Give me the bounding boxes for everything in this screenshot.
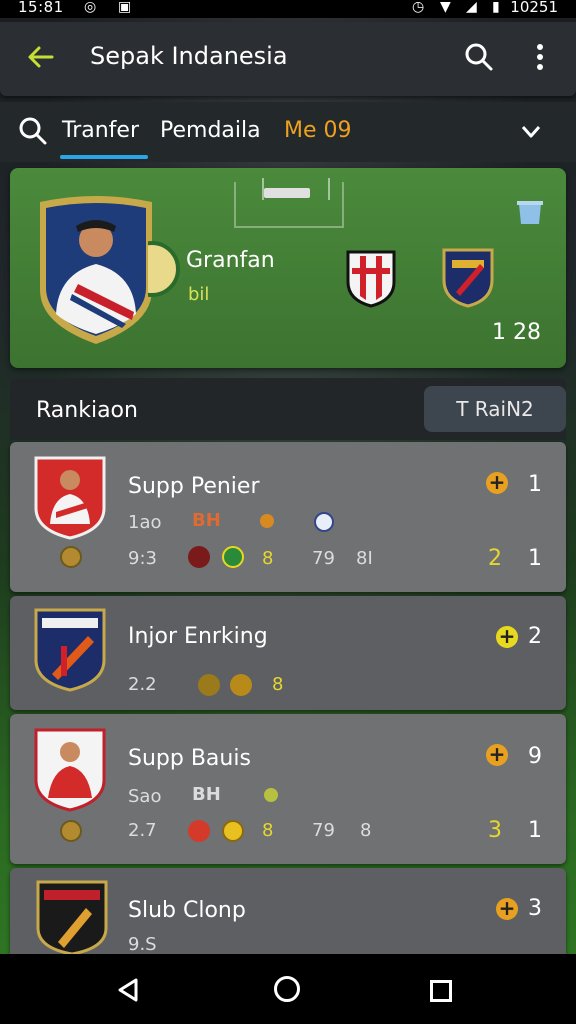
- medal-icon: [60, 820, 82, 842]
- ranking-title: Rankiaon: [36, 398, 138, 423]
- row-club-name: Supp Bauis: [128, 746, 251, 771]
- app-bar: Sepak Indanesia: [0, 22, 576, 96]
- goal-crossbar: [264, 188, 310, 198]
- goal-post-right: [328, 178, 330, 200]
- row-rank-secondary: 1: [528, 818, 542, 843]
- row-stat-label: 1ao: [128, 512, 162, 533]
- add-icon[interactable]: +: [486, 472, 508, 494]
- ranking-filter-button[interactable]: T RaiN2: [424, 386, 566, 432]
- row-points: 8: [262, 820, 274, 841]
- back-arrow-icon[interactable]: [26, 42, 56, 72]
- tab-pemdaila[interactable]: Pemdaila: [160, 118, 261, 143]
- row-club-name: Slub Clonp: [128, 898, 246, 923]
- alarm-icon: ◎: [84, 0, 97, 15]
- more-options-icon[interactable]: [530, 42, 550, 72]
- club-crest-icon: [34, 608, 106, 692]
- row-extra-stat-2: 8: [360, 820, 372, 841]
- sun-badge-icon: [198, 674, 220, 696]
- search-icon[interactable]: [18, 116, 48, 146]
- search-icon[interactable]: [464, 42, 494, 72]
- add-icon[interactable]: +: [486, 744, 508, 766]
- row-extra-stat: 79: [312, 548, 335, 569]
- app-title: Sepak Indanesia: [90, 42, 288, 70]
- add-icon[interactable]: +: [496, 898, 518, 920]
- player-name: Granfan: [186, 248, 275, 273]
- ranking-row[interactable]: Injor Enrking 2.2 8 + 2: [10, 596, 566, 710]
- row-extra-stat-2: 8I: [356, 548, 373, 569]
- row-stat-value: 9:3: [128, 548, 157, 569]
- battery-level: 10251: [510, 0, 558, 16]
- row-rank: 1: [528, 472, 542, 497]
- featured-player-card[interactable]: Granfan bil 1 28: [10, 168, 566, 368]
- ranking-row[interactable]: Supp Bauis Sao BH 2.7 8 79 8 + 9 3 1: [10, 714, 566, 864]
- status-dot-icon: [264, 788, 278, 802]
- notification-icon: ▣: [118, 0, 132, 15]
- row-rank-secondary: 1: [528, 546, 542, 571]
- club-mini-crest-icon: [222, 546, 244, 568]
- alarm-clock-icon: ◷: [412, 0, 425, 15]
- row-stat-tag: BH: [192, 510, 221, 531]
- club-crest-icon: [34, 728, 106, 812]
- ranking-header: Rankiaon T RaiN2: [10, 378, 566, 440]
- row-points: 8: [262, 548, 274, 569]
- row-rank: 3: [528, 896, 542, 921]
- chevron-down-icon[interactable]: [518, 118, 544, 144]
- row-side-value: 3: [488, 818, 502, 843]
- row-stat-value: 2.2: [128, 674, 157, 695]
- player-code: bil: [188, 284, 210, 305]
- row-extra-stat: 79: [312, 820, 335, 841]
- system-nav-bar: [0, 954, 576, 1024]
- status-time: 15:81: [18, 0, 64, 16]
- row-side-value: 2: [488, 546, 502, 571]
- medal-icon: [60, 546, 82, 568]
- row-points: 8: [272, 674, 284, 695]
- row-club-name: Supp Penier: [128, 474, 260, 499]
- status-dot-icon: [260, 514, 274, 528]
- row-rank: 9: [528, 744, 542, 769]
- signal-icon: ◢: [466, 0, 477, 15]
- club-crest-icon: [36, 880, 108, 956]
- club-mini-crest-icon: [188, 820, 210, 842]
- club-mini-crest-icon: [188, 546, 210, 568]
- status-bar: 15:81 ◎ ▣ ◷ ▼ ◢ ▮ 10251: [0, 0, 576, 18]
- row-rank: 2: [528, 624, 542, 649]
- tab-me[interactable]: Me 09: [284, 118, 352, 143]
- wifi-icon: ▼: [440, 0, 451, 15]
- add-icon[interactable]: +: [496, 626, 518, 648]
- player-portrait-shield: [40, 196, 152, 344]
- club-mini-crest-icon: [222, 820, 244, 842]
- club-crest-red-icon[interactable]: [346, 248, 396, 308]
- row-stat-label: 9.S: [128, 934, 157, 955]
- globe-icon: [314, 512, 334, 532]
- row-club-name: Injor Enrking: [128, 624, 268, 649]
- battery-icon: ▮: [492, 0, 500, 15]
- row-stat-tag: BH: [192, 784, 221, 805]
- nav-back-icon[interactable]: [116, 978, 140, 1002]
- tab-transfer[interactable]: Tranfer: [62, 118, 139, 143]
- row-stat-value: 2.7: [128, 820, 157, 841]
- active-tab-indicator: [60, 155, 148, 159]
- ranking-row[interactable]: Slub Clonp 9.S + 3: [10, 868, 566, 960]
- club-crest-blue-icon[interactable]: [442, 246, 494, 308]
- nav-home-icon[interactable]: [274, 976, 300, 1002]
- team-badge-icon: [148, 241, 180, 297]
- hero-score: 1 28: [492, 320, 541, 345]
- archive-bin-icon[interactable]: [516, 198, 544, 226]
- nav-recent-apps-icon[interactable]: [430, 980, 452, 1002]
- tab-strip: Tranfer Pemdaila Me 09: [0, 102, 576, 162]
- sun-badge-icon: [230, 674, 252, 696]
- club-crest-icon: [34, 456, 106, 540]
- row-stat-label: Sao: [128, 786, 162, 807]
- ranking-row[interactable]: Supp Penier 1ao BH 9:3 8 79 8I + 1 2 1: [10, 442, 566, 592]
